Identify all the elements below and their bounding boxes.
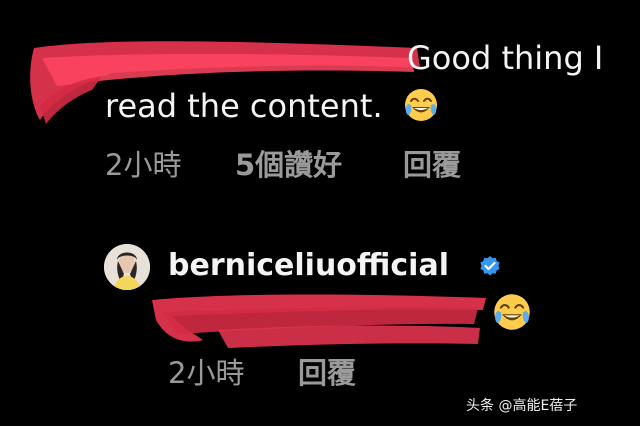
redaction-mark <box>152 294 486 348</box>
comment-text-line-1: Good thing I <box>407 38 603 78</box>
comment-text: Good thing I <box>407 39 604 77</box>
username-link[interactable]: berniceliuofficial <box>168 246 449 286</box>
comment-timestamp: 2小時 <box>168 356 245 390</box>
avatar[interactable] <box>104 244 150 290</box>
comment-text-line-2: read the content. <box>105 85 439 127</box>
profile-photo <box>104 244 150 290</box>
tears-of-joy-emoji <box>404 89 437 121</box>
comment-text: read the content. <box>105 87 383 125</box>
tears-of-joy-emoji <box>494 294 530 330</box>
watermark: 头条 @高能E蓓子 <box>466 398 578 414</box>
verified-badge-icon <box>480 256 500 276</box>
comment-timestamp: 2小時 <box>105 148 182 182</box>
reply-button[interactable]: 回覆 <box>298 356 356 390</box>
likes-count-button[interactable]: 5個讚好 <box>235 148 342 182</box>
reply-button[interactable]: 回覆 <box>403 148 461 182</box>
